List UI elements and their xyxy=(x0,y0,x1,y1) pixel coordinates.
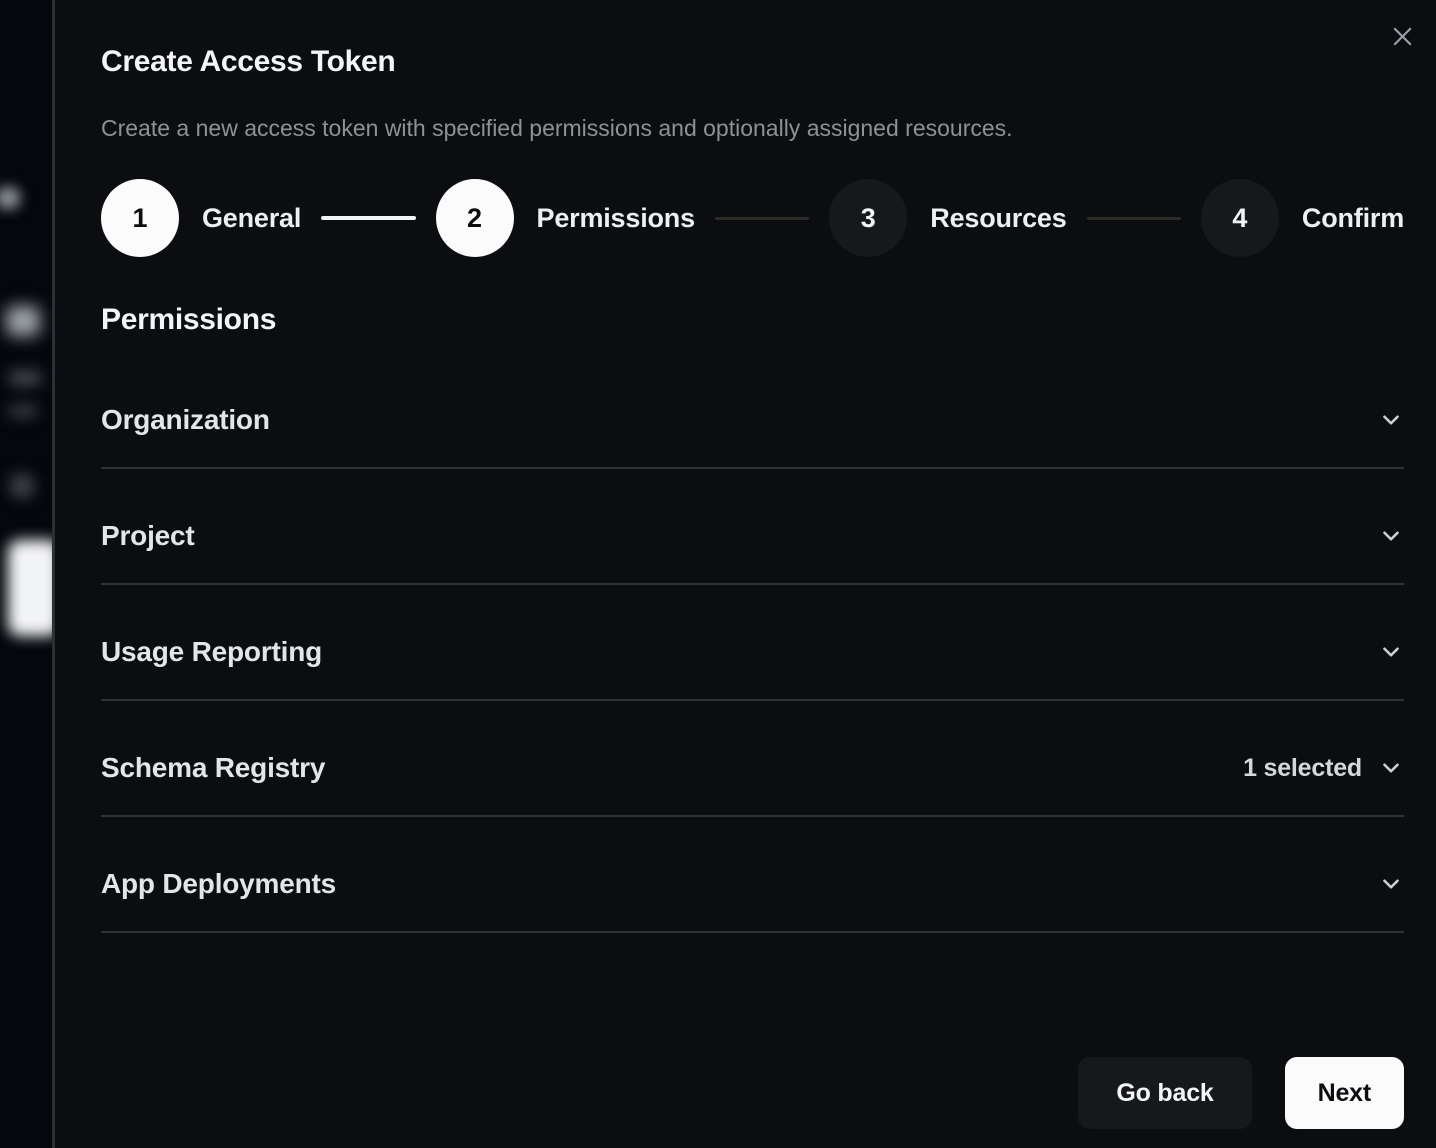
wizard-step-confirm[interactable]: 4 Confirm xyxy=(1201,179,1404,257)
permission-category-label: Usage Reporting xyxy=(101,635,322,669)
permission-accordion-row-project[interactable]: Project xyxy=(101,469,1404,585)
modal-title: Create Access Token xyxy=(101,44,1404,80)
wizard-step-resources[interactable]: 3 Resources xyxy=(829,179,1066,257)
section-heading: Permissions xyxy=(101,301,1404,338)
background-blur-element xyxy=(10,474,34,498)
wizard-step-permissions[interactable]: 2 Permissions xyxy=(436,179,695,257)
background-blur-element xyxy=(8,370,42,386)
permission-accordion-row-schema-registry[interactable]: Schema Registry 1 selected xyxy=(101,701,1404,817)
background-blur-element xyxy=(8,404,38,418)
step-label: Permissions xyxy=(537,203,695,234)
permission-category-label: App Deployments xyxy=(101,867,336,901)
step-number-circle: 2 xyxy=(436,179,514,257)
step-number-circle: 1 xyxy=(101,179,179,257)
wizard-stepper: 1 General 2 Permissions 3 Resources 4 Co… xyxy=(101,179,1404,257)
step-connector xyxy=(715,217,809,220)
background-blur-element xyxy=(6,306,40,336)
step-number-circle: 4 xyxy=(1201,179,1279,257)
modal-footer: Go back Next xyxy=(101,1057,1404,1129)
chevron-down-icon xyxy=(1378,639,1404,665)
permission-row-right xyxy=(1378,871,1404,897)
next-button[interactable]: Next xyxy=(1285,1057,1404,1129)
chevron-down-icon xyxy=(1378,523,1404,549)
chevron-down-icon xyxy=(1378,407,1404,433)
go-back-button[interactable]: Go back xyxy=(1078,1057,1251,1129)
permission-row-right xyxy=(1378,523,1404,549)
permission-row-right: 1 selected xyxy=(1243,754,1404,783)
close-icon xyxy=(1391,25,1414,48)
close-button[interactable] xyxy=(1384,18,1420,54)
permission-category-label: Project xyxy=(101,519,195,553)
modal-description: Create a new access token with specified… xyxy=(101,114,1404,142)
step-number-circle: 3 xyxy=(829,179,907,257)
permission-category-label: Schema Registry xyxy=(101,751,325,785)
step-label: Confirm xyxy=(1302,203,1404,234)
background-page xyxy=(0,0,52,1148)
step-connector xyxy=(321,216,415,220)
step-label: General xyxy=(202,203,301,234)
permission-accordion-row-organization[interactable]: Organization xyxy=(101,353,1404,469)
step-connector xyxy=(1087,217,1181,220)
chevron-down-icon xyxy=(1378,755,1404,781)
permission-accordion-row-app-deployments[interactable]: App Deployments xyxy=(101,817,1404,933)
permission-row-right xyxy=(1378,639,1404,665)
wizard-step-general[interactable]: 1 General xyxy=(101,179,301,257)
permission-accordion-row-usage-reporting[interactable]: Usage Reporting xyxy=(101,585,1404,701)
permissions-accordion-list: Organization Project Usage Reporting Sch… xyxy=(101,353,1404,933)
background-blur-element xyxy=(0,187,20,209)
permission-category-label: Organization xyxy=(101,403,270,437)
background-blur-element xyxy=(8,540,52,636)
selected-count: 1 selected xyxy=(1243,754,1362,783)
step-label: Resources xyxy=(930,203,1066,234)
permission-row-right xyxy=(1378,407,1404,433)
create-access-token-modal: Create Access Token Create a new access … xyxy=(55,0,1436,1148)
chevron-down-icon xyxy=(1378,871,1404,897)
